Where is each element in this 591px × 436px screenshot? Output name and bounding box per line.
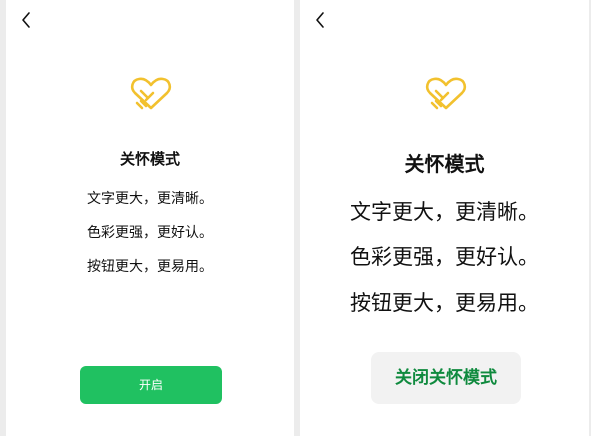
feature-line-text: 文字更大，更清晰。 [87,191,213,207]
feature-line-color: 色彩更强，更好认。 [350,245,539,269]
feature-line-text: 文字更大，更清晰。 [350,200,539,224]
care-mode-logo-icon [129,74,173,114]
back-chevron-icon[interactable] [310,9,332,31]
screen-care-mode-off: 关怀模式 文字更大，更清晰。 色彩更强，更好认。 按钮更大，更易用。 开启 [6,0,294,436]
feature-line-button: 按钮更大，更易用。 [350,291,539,315]
care-mode-title: 关怀模式 [119,150,180,168]
enable-care-mode-button[interactable]: 开启 [80,366,222,404]
screen-care-mode-on: 关怀模式 文字更大，更清晰。 色彩更强，更好认。 按钮更大，更易用。 关闭关怀模… [300,0,589,436]
care-mode-logo-icon [424,74,468,114]
feature-line-button: 按钮更大，更易用。 [87,259,213,275]
back-chevron-icon[interactable] [16,9,38,31]
disable-care-mode-button[interactable]: 关闭关怀模式 [371,352,521,404]
feature-line-color: 色彩更强，更好认。 [87,225,213,241]
care-mode-title: 关怀模式 [404,152,485,176]
